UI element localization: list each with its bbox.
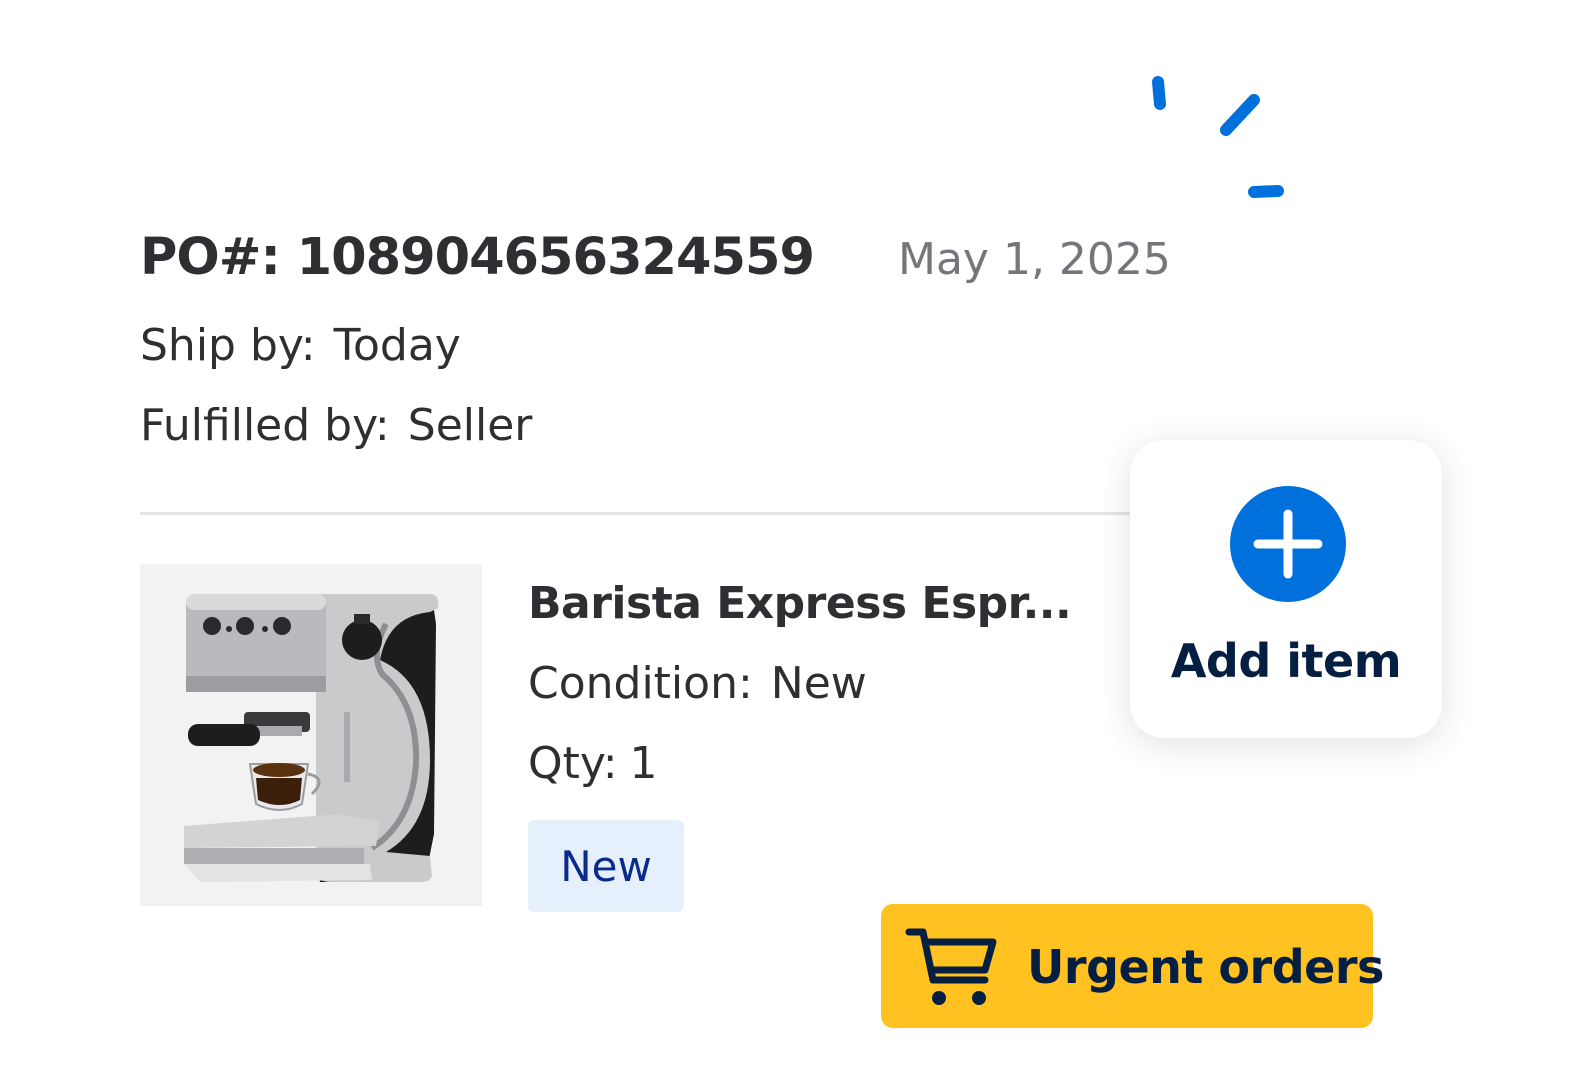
ship-by-label: Ship by: <box>140 320 316 371</box>
sparkle-icon <box>1152 76 1284 198</box>
product-image <box>140 564 482 906</box>
condition-row: Condition: New <box>528 658 867 709</box>
po-number: PO#: 108904656324559 <box>140 228 815 287</box>
po-label: PO#: <box>140 228 281 287</box>
qty-label: Qty: <box>528 738 618 789</box>
ship-by-value: Today <box>333 320 461 371</box>
order-date: May 1, 2025 <box>898 234 1171 285</box>
status-badge: New <box>528 820 684 912</box>
add-item-button[interactable]: Add item <box>1130 440 1442 738</box>
espresso-machine-icon <box>184 594 439 882</box>
qty-row: Qty: 1 <box>528 738 658 789</box>
condition-label: Condition: <box>528 658 753 709</box>
qty-value: 1 <box>629 738 658 789</box>
po-value: 108904656324559 <box>296 228 815 287</box>
fulfilled-by-label: Fulfilled by: <box>140 400 390 451</box>
condition-value: New <box>770 658 867 709</box>
add-item-label: Add item <box>1170 634 1402 688</box>
product-title[interactable]: Barista Express Espr... <box>528 578 1072 629</box>
divider <box>140 512 1140 515</box>
fulfilled-by-value: Seller <box>407 400 533 451</box>
plus-circle-icon <box>1230 486 1346 602</box>
fulfilled-by-row: Fulfilled by: Seller <box>140 400 532 451</box>
urgent-orders-label: Urgent orders <box>1027 940 1384 994</box>
urgent-orders-button[interactable]: Urgent orders <box>881 904 1384 1028</box>
cart-icon <box>905 928 997 1005</box>
ship-by-row: Ship by: Today <box>140 320 461 371</box>
